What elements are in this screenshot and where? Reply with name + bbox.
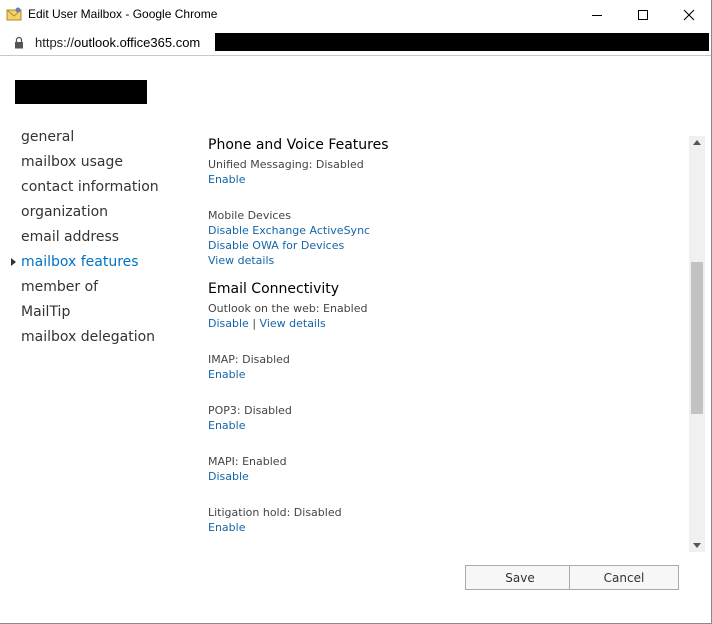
pop3-status: POP3: Disabled (208, 404, 292, 417)
disable-eas-link[interactable]: Disable Exchange ActiveSync (208, 224, 370, 237)
owa-separator: | (252, 317, 257, 330)
selected-arrow-icon (11, 258, 16, 266)
um-enable-link[interactable]: Enable (208, 173, 245, 186)
url-text[interactable]: https://outlook.office365.com (35, 35, 200, 50)
scroll-down-arrow-icon[interactable] (693, 543, 701, 548)
owa-actions: Disable | View details (208, 317, 326, 330)
window-title: Edit User Mailbox - Google Chrome (28, 7, 218, 21)
litigation-hold-enable-link[interactable]: Enable (208, 521, 245, 534)
mailbox-features-content: Phone and Voice Features Unified Messagi… (208, 134, 686, 554)
minimize-button[interactable] (574, 0, 620, 30)
url-host: outlook.office365.com (74, 35, 201, 50)
minimize-icon (592, 15, 602, 16)
content-scrollbar[interactable] (689, 136, 705, 552)
lock-icon (15, 36, 23, 49)
imap-status: IMAP: Disabled (208, 353, 290, 366)
nav-item-mailbox-features[interactable]: mailbox features (21, 254, 139, 270)
redacted-header (15, 80, 147, 104)
owa-status: Outlook on the web: Enabled (208, 302, 368, 315)
mapi-disable-link[interactable]: Disable (208, 470, 249, 483)
scroll-thumb[interactable] (691, 262, 703, 414)
save-button[interactable]: Save (465, 565, 575, 590)
mail-envelope-icon (6, 7, 22, 21)
owa-view-details-link[interactable]: View details (260, 317, 326, 330)
redacted-url-bar (215, 33, 709, 51)
imap-enable-link[interactable]: Enable (208, 368, 245, 381)
pop3-enable-link[interactable]: Enable (208, 419, 245, 432)
close-icon (683, 9, 695, 21)
disable-owa-devices-link[interactable]: Disable OWA for Devices (208, 239, 344, 252)
maximize-icon (638, 10, 648, 20)
close-button[interactable] (666, 0, 712, 30)
litigation-hold-status: Litigation hold: Disabled (208, 506, 342, 519)
title-bar: Edit User Mailbox - Google Chrome (0, 0, 712, 30)
nav-item-contact-information[interactable]: contact information (21, 179, 159, 195)
maximize-button[interactable] (620, 0, 666, 30)
nav-item-mailbox-usage[interactable]: mailbox usage (21, 154, 123, 170)
nav-item-mailtip[interactable]: MailTip (21, 304, 70, 320)
nav-item-general[interactable]: general (21, 129, 74, 145)
email-connectivity-title: Email Connectivity (208, 281, 340, 297)
phone-voice-title: Phone and Voice Features (208, 137, 389, 153)
nav-item-mailbox-delegation[interactable]: mailbox delegation (21, 329, 155, 345)
address-bar[interactable]: https://outlook.office365.com (0, 30, 712, 56)
mobile-devices-label: Mobile Devices (208, 209, 291, 222)
um-status: Unified Messaging: Disabled (208, 158, 364, 171)
nav-item-organization[interactable]: organization (21, 204, 108, 220)
cancel-button[interactable]: Cancel (569, 565, 679, 590)
scroll-up-arrow-icon[interactable] (693, 140, 701, 145)
nav-item-email-address[interactable]: email address (21, 229, 119, 245)
mapi-status: MAPI: Enabled (208, 455, 287, 468)
owa-disable-link[interactable]: Disable (208, 317, 249, 330)
nav-item-member-of[interactable]: member of (21, 279, 98, 295)
url-scheme: https:// (35, 35, 75, 50)
mobile-view-details-link[interactable]: View details (208, 254, 274, 267)
